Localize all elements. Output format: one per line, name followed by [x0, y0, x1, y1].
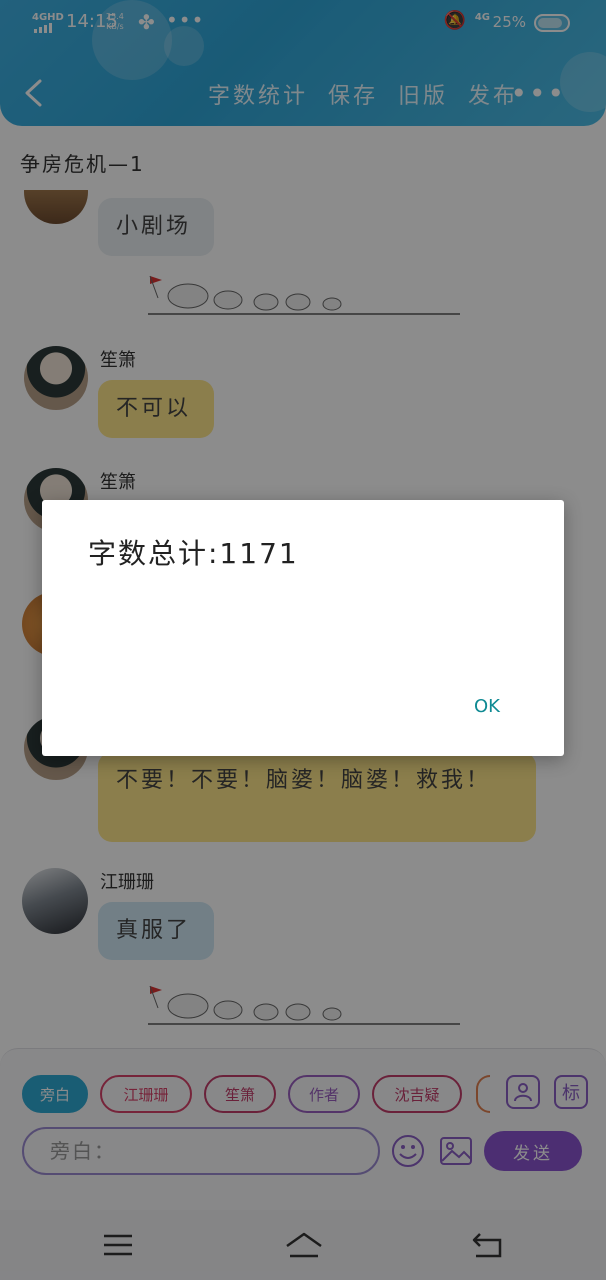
- ok-button[interactable]: OK: [474, 696, 500, 717]
- word-count-dialog: 字数总计:1171 OK: [42, 500, 564, 756]
- dialog-message: 字数总计:1171: [88, 537, 299, 570]
